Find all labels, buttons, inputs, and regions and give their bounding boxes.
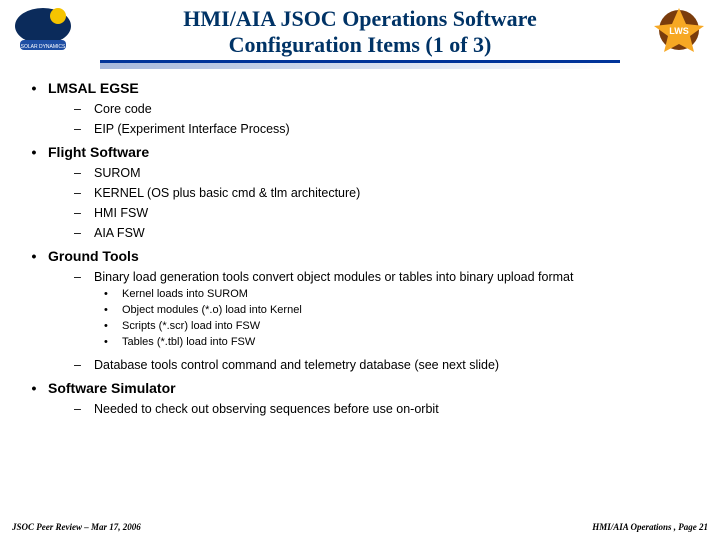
lv2-label: HMI FSW bbox=[94, 206, 148, 220]
lv2-label: Database tools control command and telem… bbox=[94, 358, 499, 372]
sdo-logo-icon: SOLAR DYNAMICS bbox=[10, 4, 76, 56]
lv3-label: Scripts (*.scr) load into FSW bbox=[122, 320, 260, 332]
slide-body: •LMSAL EGSE–Core code–EIP (Experiment In… bbox=[20, 80, 700, 424]
lv3-label: Tables (*.tbl) load into FSW bbox=[122, 336, 255, 348]
outline-lv2-item: –SUROM bbox=[74, 166, 700, 180]
footer-left: JSOC Peer Review – Mar 17, 2006 bbox=[12, 522, 141, 532]
outline-section: •Flight Software–SUROM–KERNEL (OS plus b… bbox=[20, 144, 700, 240]
lv2-label: SUROM bbox=[94, 166, 141, 180]
section-row: •Flight Software bbox=[20, 144, 700, 160]
lv3-label: Object modules (*.o) load into Kernel bbox=[122, 304, 302, 316]
outline-lv2: –Core code–EIP (Experiment Interface Pro… bbox=[74, 102, 700, 136]
outline-lv2-item: –HMI FSW bbox=[74, 206, 700, 220]
outline-root: •LMSAL EGSE–Core code–EIP (Experiment In… bbox=[20, 80, 700, 416]
footer-right: HMI/AIA Operations , Page 21 bbox=[592, 522, 708, 532]
title-block: HMI/AIA JSOC Operations Software Configu… bbox=[100, 6, 620, 69]
outline-lv2: –Needed to check out observing sequences… bbox=[74, 402, 700, 416]
dash-icon: – bbox=[74, 270, 94, 284]
outline-lv2-item: –Core code bbox=[74, 102, 700, 116]
outline-lv2-item: –Binary load generation tools convert ob… bbox=[74, 270, 700, 352]
section-label: Flight Software bbox=[48, 144, 149, 160]
outline-section: •Software Simulator –Needed to check out … bbox=[20, 380, 700, 416]
section-label: LMSAL EGSE bbox=[48, 80, 139, 96]
section-row: •Ground Tools bbox=[20, 248, 700, 264]
bullet-icon: • bbox=[20, 380, 48, 396]
title-line-1: HMI/AIA JSOC Operations Software bbox=[100, 6, 620, 32]
lv3-label: Kernel loads into SUROM bbox=[122, 288, 248, 300]
lv2-label: EIP (Experiment Interface Process) bbox=[94, 122, 290, 136]
outline-lv2-item: –AIA FSW bbox=[74, 226, 700, 240]
outline-lv3-item: •Kernel loads into SUROM bbox=[104, 288, 700, 300]
outline-lv3-item: •Tables (*.tbl) load into FSW bbox=[104, 336, 700, 348]
dash-icon: – bbox=[74, 358, 94, 372]
section-label: Ground Tools bbox=[48, 248, 139, 264]
outline-lv2: –SUROM–KERNEL (OS plus basic cmd & tlm a… bbox=[74, 166, 700, 240]
dash-icon: – bbox=[74, 226, 94, 240]
lv2-label: KERNEL (OS plus basic cmd & tlm architec… bbox=[94, 186, 360, 200]
outline-lv3-item: •Object modules (*.o) load into Kernel bbox=[104, 304, 700, 316]
outline-section: •Ground Tools–Binary load generation too… bbox=[20, 248, 700, 372]
outline-lv2-item: –EIP (Experiment Interface Process) bbox=[74, 122, 700, 136]
slide-header: SOLAR DYNAMICS LWS HMI/AIA JSOC Operatio… bbox=[0, 0, 720, 70]
dash-icon: – bbox=[74, 186, 94, 200]
outline-lv2-item: –Database tools control command and tele… bbox=[74, 358, 700, 372]
bullet-icon: • bbox=[20, 80, 48, 96]
title-shadow bbox=[100, 63, 620, 69]
dot-icon: • bbox=[104, 304, 122, 316]
dash-icon: – bbox=[74, 206, 94, 220]
svg-text:LWS: LWS bbox=[669, 26, 689, 36]
lv2-label: Core code bbox=[94, 102, 152, 116]
lws-logo-icon: LWS bbox=[646, 4, 712, 56]
outline-lv2: –Binary load generation tools convert ob… bbox=[74, 270, 700, 372]
section-row: •LMSAL EGSE bbox=[20, 80, 700, 96]
outline-section: •LMSAL EGSE–Core code–EIP (Experiment In… bbox=[20, 80, 700, 136]
dot-icon: • bbox=[104, 288, 122, 300]
section-row: •Software Simulator bbox=[20, 380, 700, 396]
lv2-label: Binary load generation tools convert obj… bbox=[94, 270, 573, 284]
dash-icon: – bbox=[74, 166, 94, 180]
outline-lv3-item: •Scripts (*.scr) load into FSW bbox=[104, 320, 700, 332]
title-line-2: Configuration Items (1 of 3) bbox=[100, 32, 620, 58]
dash-icon: – bbox=[74, 402, 94, 416]
svg-text:SOLAR DYNAMICS: SOLAR DYNAMICS bbox=[21, 44, 66, 50]
dot-icon: • bbox=[104, 320, 122, 332]
dash-icon: – bbox=[74, 102, 94, 116]
lv2-label: Needed to check out observing sequences … bbox=[94, 402, 439, 416]
outline-lv3: •Kernel loads into SUROM•Object modules … bbox=[104, 288, 700, 348]
outline-lv2-item: –Needed to check out observing sequences… bbox=[74, 402, 700, 416]
outline-lv2-item: –KERNEL (OS plus basic cmd & tlm archite… bbox=[74, 186, 700, 200]
section-label: Software Simulator bbox=[48, 380, 176, 396]
dash-icon: – bbox=[74, 122, 94, 136]
dot-icon: • bbox=[104, 336, 122, 348]
lv2-label: AIA FSW bbox=[94, 226, 145, 240]
bullet-icon: • bbox=[20, 144, 48, 160]
bullet-icon: • bbox=[20, 248, 48, 264]
